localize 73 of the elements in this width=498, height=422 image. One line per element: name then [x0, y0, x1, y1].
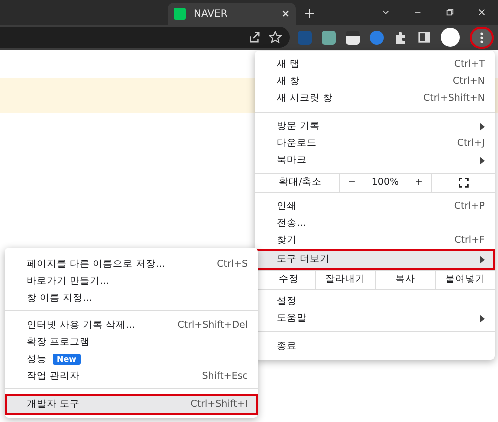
shortcut-text: Ctrl+Shift+N — [423, 92, 485, 104]
new-tab-button[interactable]: + — [304, 7, 316, 21]
menu-item-label: 새 시크릿 창 — [277, 92, 334, 104]
share-icon[interactable] — [248, 31, 261, 44]
menu-item-label: 작업 관리자 — [27, 370, 80, 382]
fullscreen-icon[interactable] — [458, 178, 468, 188]
menu-item[interactable]: 도구 더보기 — [255, 249, 495, 270]
menu-item-label: 도구 더보기 — [277, 254, 330, 266]
menu-item-label: 개발자 도구 — [27, 398, 80, 410]
shortcut-text: Ctrl+T — [454, 58, 485, 70]
menu-item-label: 방문 기록 — [277, 120, 320, 132]
profile-avatar[interactable] — [441, 28, 460, 47]
extension-icon[interactable] — [346, 30, 360, 44]
menu-item[interactable]: 전송... — [255, 215, 495, 232]
side-panel-icon[interactable] — [418, 31, 431, 44]
zoom-label: 확대/축소 — [278, 177, 324, 189]
menu-item-label: 성능 — [27, 354, 47, 366]
menu-item-label: 인쇄 — [277, 200, 297, 212]
shortcut-text: Ctrl+P — [454, 200, 485, 212]
menu-item[interactable]: 종료 — [255, 338, 495, 355]
shortcut-text: Shift+Esc — [202, 370, 248, 382]
shortcut-text: Ctrl+F — [454, 234, 485, 246]
kebab-icon — [480, 32, 484, 44]
menu-item[interactable]: 방문 기록 — [255, 118, 495, 135]
tab-close-button[interactable]: × — [282, 6, 290, 22]
shortcut-text: Ctrl+Shift+I — [190, 398, 248, 410]
puzzle-icon[interactable] — [394, 30, 408, 44]
menu-item[interactable]: 다운로드 Ctrl+J — [255, 135, 495, 152]
menu-item[interactable]: 창 이름 지정... — [5, 290, 258, 307]
menu-item-label: 페이지를 다른 이름으로 저장... — [27, 258, 166, 270]
shortcut-text: Ctrl+S — [217, 258, 248, 270]
browser-tab[interactable]: NAVER × — [168, 3, 296, 25]
menu-item[interactable]: 설정 — [255, 293, 495, 310]
menu-item[interactable]: 인쇄 Ctrl+P — [255, 198, 495, 215]
menu-item[interactable]: 바로가기 만들기... — [5, 273, 258, 290]
edit-button[interactable]: 잘라내기 — [315, 271, 375, 289]
menu-item-label: 도움말 — [277, 312, 307, 324]
shortcut-text: Ctrl+J — [457, 138, 485, 150]
menu-item[interactable]: 인터넷 사용 기록 삭제... Ctrl+Shift+Del — [5, 317, 258, 334]
menu-item[interactable]: 찾기 Ctrl+F — [255, 232, 495, 249]
new-badge: New — [53, 354, 81, 366]
edit-button[interactable]: 복사 — [375, 271, 435, 289]
menu-item-label: 북마크 — [277, 154, 307, 166]
menu-item[interactable]: 작업 관리자 Shift+Esc — [5, 368, 258, 385]
submenu-arrow-icon — [479, 122, 485, 130]
menu-item-label: 새 탭 — [277, 58, 300, 70]
zoom-in-button[interactable]: + — [415, 177, 423, 189]
menu-item[interactable]: 새 창 Ctrl+N — [255, 73, 495, 90]
menu-item[interactable]: 성능 New — [5, 351, 258, 368]
shortcut-text: Ctrl+N — [453, 76, 485, 88]
menu-item-label: 새 창 — [277, 76, 300, 88]
zoom-out-button[interactable]: − — [348, 177, 356, 189]
menu-item[interactable]: 새 탭 Ctrl+T — [255, 56, 495, 73]
edit-button[interactable]: 붙여넣기 — [435, 271, 495, 289]
zoom-value: 100% — [372, 177, 400, 189]
menu-item[interactable]: 북마크 — [255, 152, 495, 169]
menu-item-label: 인터넷 사용 기록 삭제... — [27, 320, 136, 332]
shortcut-text: Ctrl+Shift+Del — [178, 320, 248, 332]
menu-item[interactable]: 도움말 — [255, 310, 495, 327]
naver-logo-icon — [174, 8, 186, 20]
submenu-arrow-icon — [479, 156, 485, 164]
menu-item[interactable]: 페이지를 다른 이름으로 저장... Ctrl+S — [5, 256, 258, 273]
star-icon[interactable] — [269, 31, 282, 44]
submenu-arrow-icon — [479, 256, 485, 264]
edit-label: 수정 — [278, 274, 300, 286]
menu-item[interactable]: 확장 프로그램 — [5, 334, 258, 351]
menu-button[interactable] — [470, 26, 494, 48]
menu-item[interactable]: 개발자 도구 Ctrl+Shift+I — [5, 394, 258, 415]
menu-item[interactable]: 새 시크릿 창 Ctrl+Shift+N — [255, 90, 495, 107]
menu-item-label: 다운로드 — [277, 138, 317, 150]
menu-item-label: 찾기 — [277, 234, 297, 246]
submenu-arrow-icon — [479, 314, 485, 322]
tab-title: NAVER — [194, 8, 228, 22]
